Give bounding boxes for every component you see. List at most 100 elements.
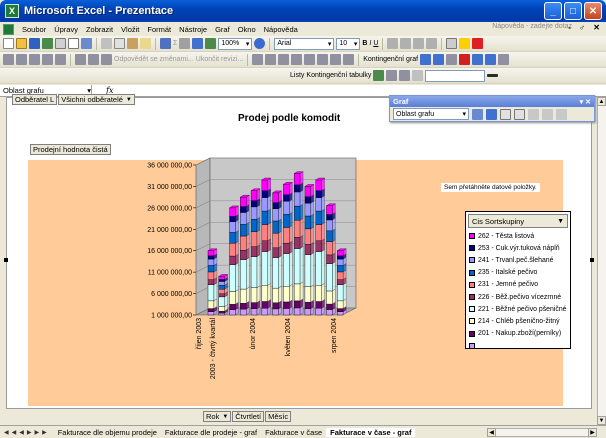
bar-segment: [261, 308, 268, 316]
bar-segment-side: [278, 285, 282, 304]
sheet-tab[interactable]: Fakturace v čase: [261, 428, 326, 437]
sheet-tab[interactable]: Fakturace dle prodeje - graf: [161, 428, 261, 437]
legend-swatch: [469, 294, 475, 301]
bar-segment: [229, 221, 236, 233]
graf-toolbar-title-bar[interactable]: Graf ▾ ✕: [390, 96, 594, 107]
bar-segment: [337, 311, 344, 316]
bar-segment: [261, 190, 268, 198]
legend-label: 235 - Italské pečivo: [478, 269, 538, 277]
scroll-up-icon[interactable]: ▲: [597, 97, 606, 106]
legend-item[interactable]: 226 - Běž.pečivo vícezrnné: [466, 291, 570, 303]
bar-segment: [283, 242, 290, 254]
bar-segment: [326, 290, 333, 305]
bar-segment-side: [332, 288, 336, 305]
bar-segment: [207, 255, 215, 260]
chart-legend[interactable]: Cis Sortskupiny ▼ 262 - Těsta listová 253…: [465, 211, 571, 349]
bar-segment: [315, 251, 322, 286]
bar-segment: [240, 206, 247, 213]
angle-text-icon[interactable]: [556, 108, 567, 120]
chevron-down-icon: ▼: [557, 217, 564, 225]
category-field-mesic[interactable]: Měsíc: [265, 411, 292, 422]
chart-objects-select[interactable]: Oblast grafu ▾: [393, 108, 469, 120]
bar-segment: [261, 301, 268, 309]
category-field-ctvrtleti[interactable]: Čtvrtletí: [232, 411, 265, 422]
bar-segment: [293, 300, 301, 309]
bar-segment: [218, 279, 225, 282]
legend-item[interactable]: 231 - Jemné pečivo: [466, 279, 570, 291]
legend-item[interactable]: 201 - Nakup.zboží(perníky): [466, 328, 570, 340]
bar-segment: [326, 263, 333, 292]
bar-segment: [293, 205, 301, 221]
bar-segment: [218, 293, 225, 298]
format-chart-area-icon[interactable]: [472, 108, 483, 120]
bar-segment: [283, 253, 290, 287]
bar-segment-side: [299, 171, 304, 186]
legend-item[interactable]: 241 - Trvanl.peč.šlehané: [466, 254, 570, 266]
legend-item[interactable]: 262 - Těsta listová: [466, 230, 570, 242]
bar-segment: [229, 232, 236, 244]
category-field-rok-label: Rok: [206, 412, 220, 421]
by-column-icon[interactable]: [542, 108, 553, 120]
tab-navigation-icons[interactable]: ◀◀◀▶▶▶: [0, 429, 54, 436]
bar-segment: [250, 246, 258, 257]
bar-segment-side: [289, 251, 293, 287]
bar-segment-side: [278, 255, 282, 289]
scroll-left-icon[interactable]: ◀: [487, 428, 496, 437]
bar-segment: [218, 306, 225, 312]
graf-toolbar[interactable]: Graf ▾ ✕ Oblast grafu ▾: [389, 95, 595, 122]
legend-swatch: [469, 342, 475, 349]
bar-segment: [229, 207, 236, 217]
bar-segment: [240, 303, 247, 310]
bar-segment: [207, 311, 215, 316]
bar-segment: [326, 214, 333, 221]
vertical-scrollbar[interactable]: ▲ ▼: [597, 97, 606, 425]
bar-segment: [283, 308, 290, 316]
legend-item[interactable]: 214 - Chléb pšeničnо-žitný: [466, 315, 570, 327]
bar-segment: [218, 288, 225, 294]
bar-segment-side: [256, 229, 261, 247]
bar-segment: [261, 240, 268, 252]
scroll-down-icon[interactable]: ▼: [597, 416, 606, 425]
bar-segment-side: [299, 246, 304, 285]
bar-segment: [326, 241, 333, 256]
bar-segment: [326, 303, 333, 310]
legend-toggle-icon[interactable]: [500, 108, 511, 120]
bar-segment: [218, 296, 225, 307]
legend-field-button[interactable]: Cis Sortskupiny ▼: [468, 214, 568, 228]
legend-item[interactable]: [466, 340, 570, 352]
bar-segment: [304, 202, 312, 217]
bar-segment-side: [321, 238, 325, 252]
bar-segment: [304, 215, 312, 230]
legend-swatch: [469, 245, 475, 252]
legend-item[interactable]: 235 - Italské pečivo: [466, 267, 570, 279]
legend-item[interactable]: 221 - Běžné pečivo pšeničné: [466, 303, 570, 315]
bar-segment: [250, 206, 258, 220]
scroll-right-icon[interactable]: ▶: [588, 428, 597, 437]
y-tick-label: 26 000 000,00: [147, 205, 192, 212]
bar-segment: [229, 309, 236, 316]
by-row-icon[interactable]: [528, 108, 539, 120]
bar-segment: [240, 308, 247, 316]
y-tick-label: 11 000 000,00: [148, 270, 192, 277]
graf-toolbar-row: Oblast grafu ▾: [390, 107, 594, 121]
horizontal-scrollbar[interactable]: ◀ ▶: [487, 428, 597, 437]
bar-segment-side: [235, 262, 239, 292]
bar-segment: [250, 190, 258, 201]
y-tick-label: 21 000 000,00: [147, 227, 192, 234]
bar-segment: [304, 244, 312, 255]
bar-segment: [240, 224, 247, 237]
toolbar-close-icon[interactable]: ▾ ✕: [580, 98, 591, 106]
bar-segment-side: [267, 283, 271, 302]
data-table-icon[interactable]: [514, 108, 525, 120]
sheet-tab-active[interactable]: Fakturace v čase - graf: [326, 427, 416, 437]
bar-segment: [283, 184, 290, 195]
bar-segment: [229, 264, 236, 292]
legend-item[interactable]: 253 - Cuk.výr.tuková náplň: [466, 242, 570, 254]
chart-type-icon[interactable]: [486, 108, 497, 120]
category-field-rok[interactable]: Rok ▼: [203, 411, 232, 422]
sheet-tab[interactable]: Fakturace dle objemu prodeje: [54, 428, 161, 437]
bar-segment-side: [299, 217, 304, 238]
bar-segment: [326, 219, 333, 232]
bar-segment-side: [310, 226, 314, 245]
bar-segment: [337, 308, 344, 312]
